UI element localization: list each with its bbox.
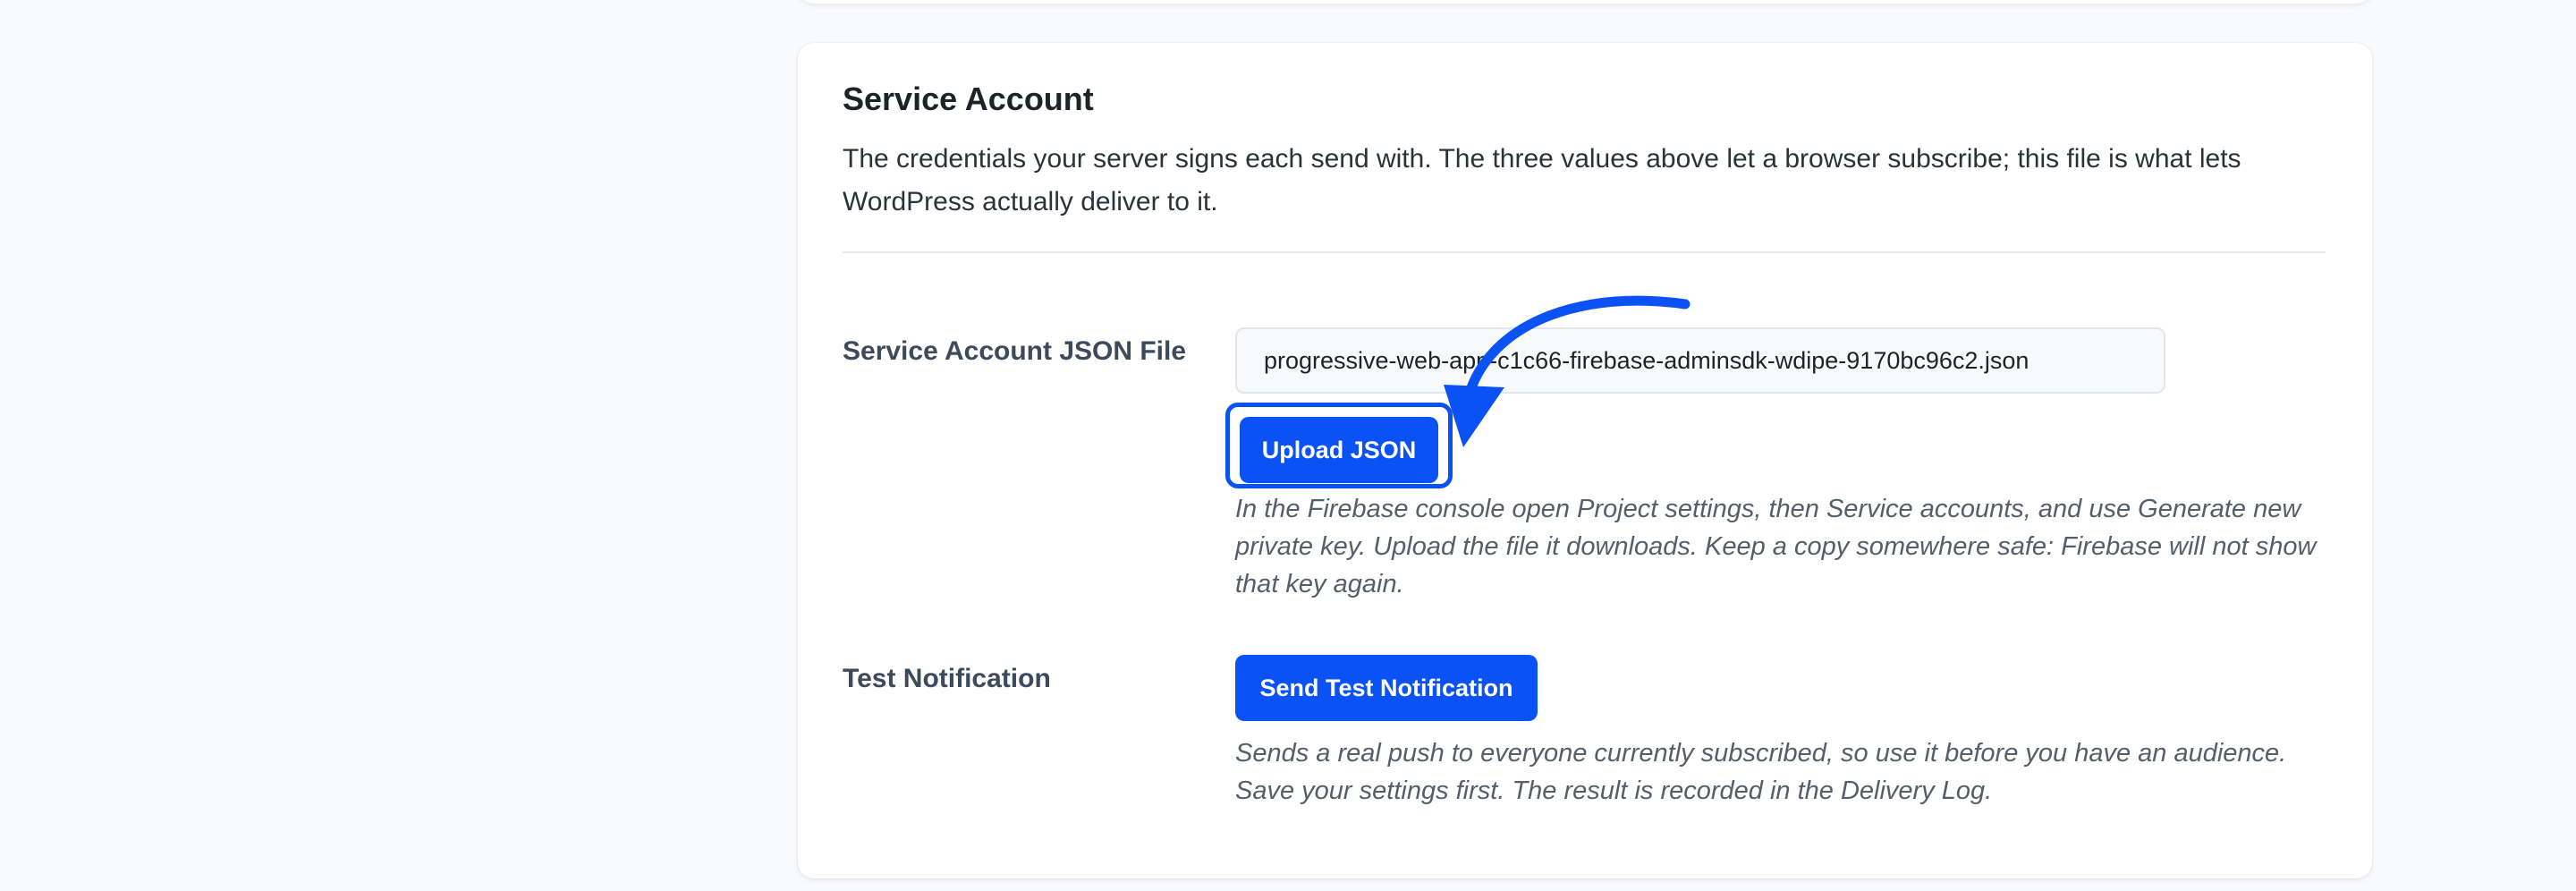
upload-json-highlight: Upload JSON — [1225, 403, 1453, 488]
test-notification-help-text: Sends a real push to everyone currently … — [1235, 739, 2287, 805]
service-account-card: Service Account The credentials your ser… — [798, 43, 2372, 878]
settings-page: Service Account The credentials your ser… — [0, 0, 2576, 891]
section-title: Service Account — [843, 81, 1094, 117]
section-divider — [843, 251, 2326, 253]
test-notification-label: Test Notification — [843, 664, 1051, 693]
previous-settings-card — [798, 0, 2372, 4]
upload-json-button[interactable]: Upload JSON — [1240, 417, 1438, 483]
arrow-head — [1444, 385, 1504, 447]
json-file-input[interactable] — [1235, 327, 2165, 394]
send-test-notification-button[interactable]: Send Test Notification — [1235, 655, 1538, 721]
section-description: The credentials your server signs each s… — [843, 144, 2241, 216]
json-file-help-text: In the Firebase console open Project set… — [1235, 495, 2317, 598]
json-file-label: Service Account JSON File — [843, 336, 1187, 366]
